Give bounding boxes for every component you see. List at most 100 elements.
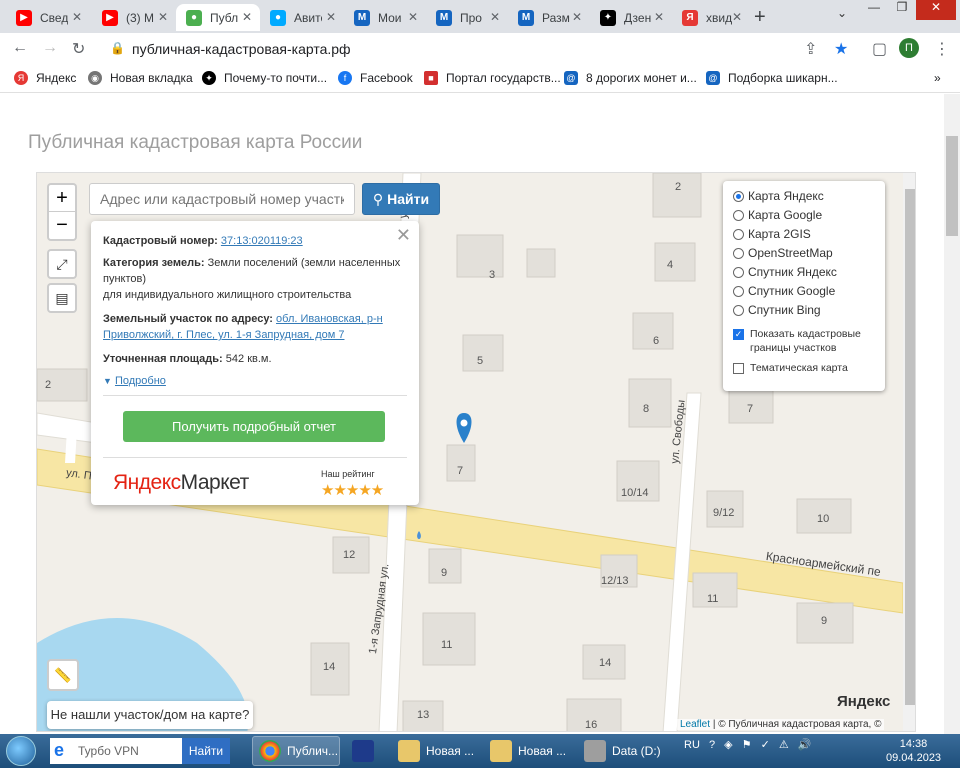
profile-avatar[interactable]: П bbox=[899, 38, 919, 58]
taskbar-search-button[interactable]: Найти bbox=[182, 738, 230, 764]
task-folder-1[interactable]: Новая ... bbox=[392, 736, 480, 766]
close-tab-icon[interactable]: ✕ bbox=[158, 10, 168, 24]
close-tab-icon[interactable]: ✕ bbox=[326, 10, 336, 24]
yandex-icon: Я bbox=[682, 9, 698, 26]
task-folder-2[interactable]: Новая ... bbox=[484, 736, 572, 766]
side-panel-icon[interactable]: ▢ bbox=[872, 39, 887, 59]
house-number: 10/14 bbox=[621, 487, 649, 499]
layer-option[interactable]: Карта Яндекс bbox=[733, 189, 824, 203]
forward-icon[interactable]: → bbox=[42, 39, 58, 57]
zoom-control: + − bbox=[47, 183, 77, 241]
house-number: 2 bbox=[45, 379, 52, 391]
yandex-market-logo[interactable]: ЯндексМаркет bbox=[113, 471, 249, 495]
fullscreen-button[interactable]: ⤢ bbox=[47, 249, 77, 279]
task-chrome[interactable]: Публич... bbox=[252, 736, 340, 766]
layer-option[interactable]: Спутник Google bbox=[733, 284, 835, 298]
back-icon[interactable]: ← bbox=[12, 39, 28, 57]
not-found-button[interactable]: Не нашли участок/дом на карте? bbox=[47, 701, 253, 729]
layer-option[interactable]: Спутник Яндекс bbox=[733, 265, 837, 279]
close-tab-icon[interactable]: ✕ bbox=[242, 10, 252, 24]
expand-icon: ⤢ bbox=[56, 256, 68, 272]
layer-option[interactable]: Карта 2GIS bbox=[733, 227, 811, 241]
bookmark-facebook[interactable]: f Facebook bbox=[338, 71, 413, 85]
show-borders-checkbox[interactable]: ✓ Показать кадастровые границы участков bbox=[733, 327, 873, 355]
search-icon: ⚲ bbox=[372, 190, 384, 207]
layer-option[interactable]: Спутник Bing bbox=[733, 303, 821, 317]
yandex-map-logo: Яндекс bbox=[837, 693, 891, 710]
close-tab-icon[interactable]: ✕ bbox=[72, 10, 82, 24]
radio-icon bbox=[733, 304, 744, 316]
minimize-button[interactable]: — bbox=[860, 0, 888, 20]
close-tab-icon[interactable]: ✕ bbox=[732, 10, 742, 24]
tab-publichnaya[interactable]: ●Публичная✕ bbox=[176, 4, 260, 31]
get-report-button[interactable]: Получить подробный отчет bbox=[123, 411, 385, 442]
clock[interactable]: 14:38 09.04.2023 bbox=[886, 737, 941, 765]
scroll-thumb[interactable] bbox=[905, 189, 915, 705]
tab-svedeniya[interactable]: ▶Сведения✕ bbox=[6, 4, 90, 31]
house-number: 9 bbox=[821, 615, 828, 627]
new-tab-button[interactable]: + bbox=[754, 6, 766, 29]
close-tab-icon[interactable]: ✕ bbox=[654, 10, 664, 24]
share-icon[interactable]: ⇪ bbox=[804, 39, 817, 59]
maximize-button[interactable]: ❐ bbox=[888, 0, 916, 20]
menu-icon[interactable]: ⋮ bbox=[934, 39, 950, 59]
tray-icon[interactable]: ⚑ bbox=[742, 739, 752, 751]
details-toggle[interactable]: ▼ Подробно bbox=[103, 373, 403, 389]
task-drive[interactable]: Data (D:) bbox=[578, 736, 670, 766]
thematic-map-checkbox[interactable]: Тематическая карта bbox=[733, 361, 848, 375]
at-icon: @ bbox=[564, 71, 578, 85]
radio-selected-icon bbox=[733, 190, 744, 202]
ruler-icon: 📏 bbox=[54, 667, 72, 683]
tray-icon[interactable]: ✓ bbox=[761, 739, 770, 751]
tab-hvid[interactable]: Яхвид ✕ bbox=[672, 4, 750, 31]
task-vpn[interactable] bbox=[346, 736, 386, 766]
address-bar[interactable]: 🔒 публичная-кадастровая-карта.рф bbox=[104, 35, 864, 63]
taskbar-search-input[interactable]: e Турбо VPN bbox=[50, 738, 182, 764]
bookmark-podborka[interactable]: @ Подборка шикарн... bbox=[706, 71, 838, 85]
language-indicator[interactable]: RU bbox=[684, 739, 700, 751]
measure-button[interactable]: 📏 bbox=[47, 659, 79, 691]
bookmark-coins[interactable]: @8 дорогих монет и... bbox=[564, 71, 697, 85]
close-tab-icon[interactable]: ✕ bbox=[408, 10, 418, 24]
print-button[interactable]: ▤ bbox=[47, 283, 77, 313]
close-tab-icon[interactable]: ✕ bbox=[490, 10, 500, 24]
map-scrollbar[interactable] bbox=[903, 173, 915, 731]
dzen-icon: ✦ bbox=[202, 71, 216, 85]
bookmark-star-icon[interactable]: ★ bbox=[834, 39, 848, 59]
page-scrollbar[interactable] bbox=[944, 94, 960, 734]
bookmarks-more-button[interactable]: » bbox=[934, 71, 941, 85]
house-number: 3 bbox=[489, 269, 496, 281]
tab-moi[interactable]: M Мои ✕ bbox=[344, 4, 426, 31]
search-input[interactable] bbox=[89, 183, 355, 215]
land-category-row: Категория земель: Земли поселений (земли… bbox=[103, 257, 401, 285]
help-icon[interactable]: ? bbox=[709, 739, 715, 751]
reload-icon[interactable]: ↻ bbox=[72, 39, 85, 59]
scroll-thumb[interactable] bbox=[946, 136, 958, 236]
tab-my[interactable]: ▶(3) Мой✕ bbox=[92, 4, 176, 31]
bookmark-gosuslugi[interactable]: ■ Портал государств... bbox=[424, 71, 561, 85]
tab-avito[interactable]: ●Авито✕ bbox=[260, 4, 344, 31]
zoom-out-button[interactable]: − bbox=[49, 212, 75, 239]
zoom-in-button[interactable]: + bbox=[49, 185, 75, 212]
leaflet-link[interactable]: Leaflet bbox=[680, 719, 710, 730]
house-number: 12 bbox=[343, 549, 356, 561]
start-button[interactable] bbox=[6, 736, 36, 766]
volume-icon[interactable]: 🔊 bbox=[798, 739, 812, 751]
tab-pro[interactable]: M Про ✕ bbox=[426, 4, 508, 31]
tab-search-icon[interactable]: ⌄ bbox=[828, 6, 856, 26]
tab-razm[interactable]: M Разм ✕ bbox=[508, 4, 590, 31]
cadastral-number-link[interactable]: 37:13:020119:23 bbox=[221, 235, 303, 247]
cadastral-map[interactable]: 2 3 4 5 6 8 7 7 10/14 9/12 10 12 9 12/13… bbox=[36, 172, 916, 732]
layer-option[interactable]: OpenStreetMap bbox=[733, 246, 833, 260]
close-tab-icon[interactable]: ✕ bbox=[572, 10, 582, 24]
close-window-button[interactable]: ✕ bbox=[916, 0, 956, 20]
tray-icon[interactable]: ◈ bbox=[724, 739, 732, 751]
tray-icon[interactable]: ⚠ bbox=[779, 739, 789, 751]
tab-dzen[interactable]: ✦ Дзен ✕ bbox=[590, 4, 672, 31]
bookmark-new-tab[interactable]: ◉ Новая вкладка bbox=[88, 71, 193, 85]
bookmark-pochemu[interactable]: ✦ Почему-то почти... bbox=[202, 71, 327, 85]
search-button[interactable]: ⚲ Найти bbox=[362, 183, 440, 215]
flag-icon: ■ bbox=[424, 71, 438, 85]
bookmark-yandex[interactable]: Я Яндекс bbox=[14, 71, 76, 85]
layer-option[interactable]: Карта Google bbox=[733, 208, 822, 222]
